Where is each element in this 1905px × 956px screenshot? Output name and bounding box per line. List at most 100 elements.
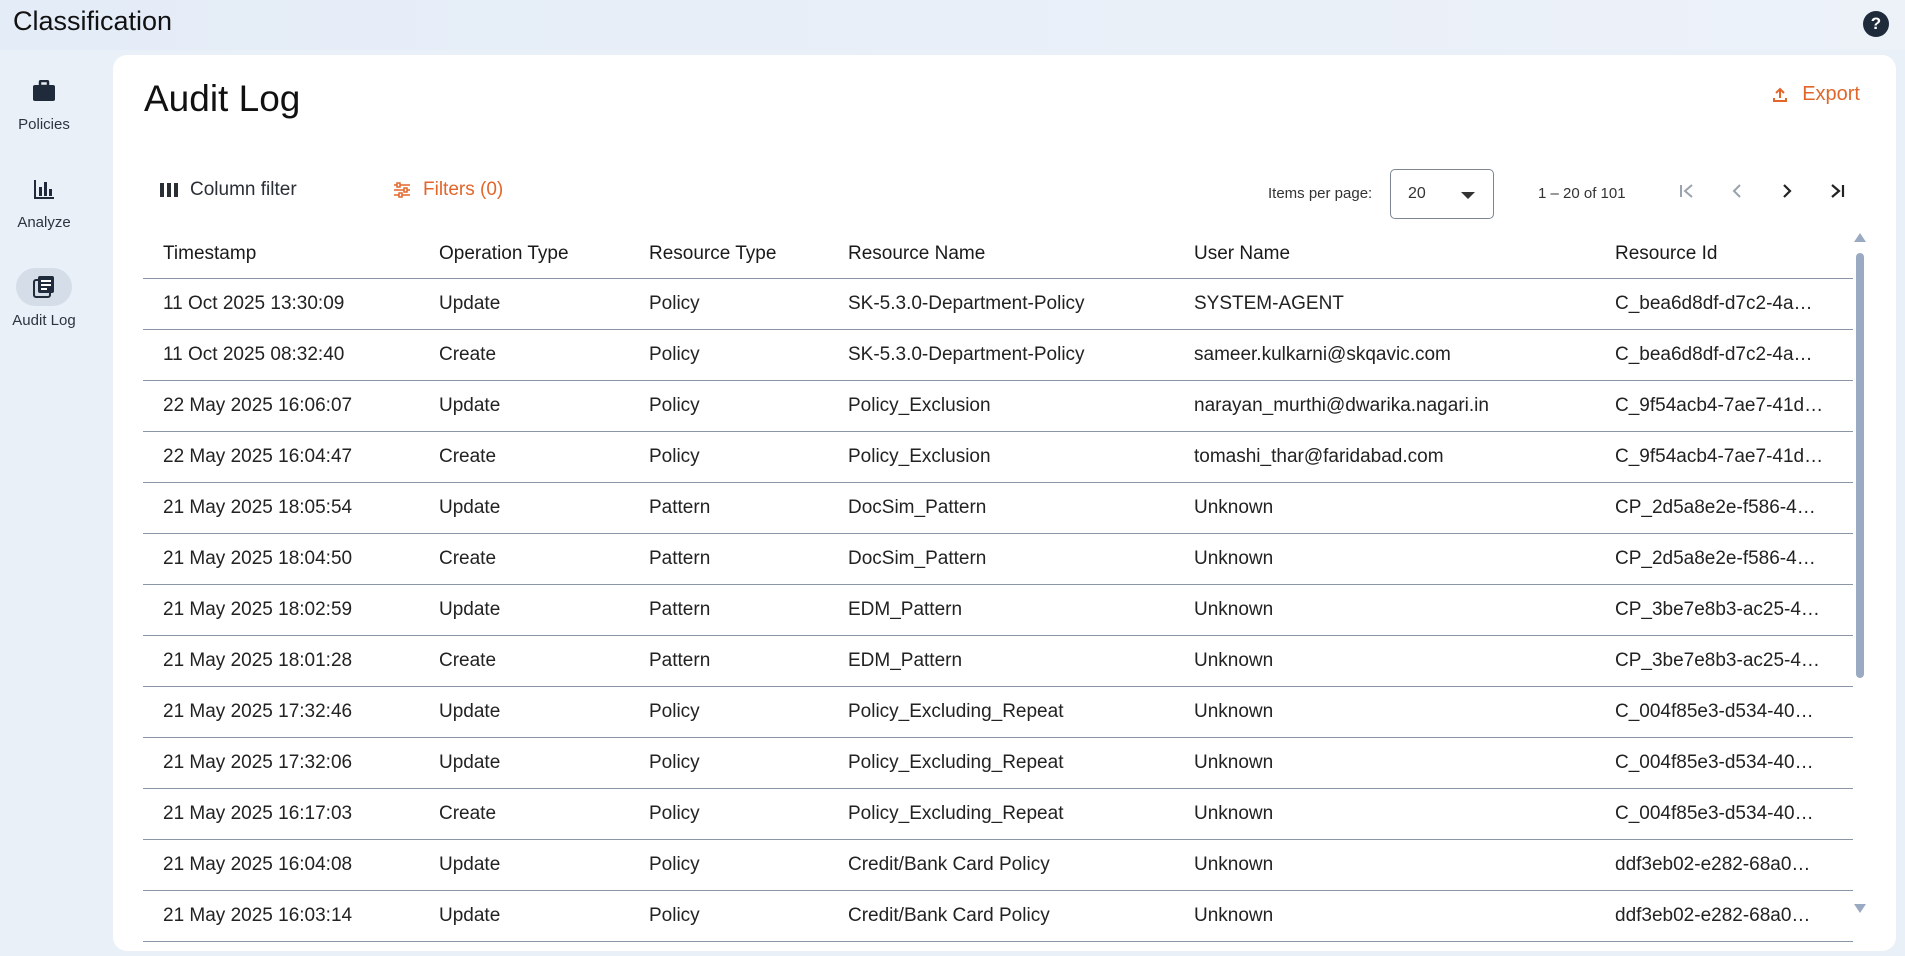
cell-resource-name: SK-5.3.0-Department-Policy [848,330,1188,380]
scroll-up-icon[interactable] [1854,233,1866,242]
cell-resource-name: Credit/Bank Card Policy [848,840,1188,890]
page-title: Audit Log [144,78,301,119]
column-filter-button[interactable]: Column filter [160,179,297,201]
cell-operation-type: Update [439,738,639,788]
cell-resource-type: Pattern [649,534,839,584]
cell-text: 11 Oct 2025 13:30:09 [163,293,345,314]
sidebar-item-audit-log[interactable]: Audit Log [0,268,88,329]
cell-text: Update [439,701,501,722]
cell-text: SK-5.3.0-Department-Policy [848,344,1085,365]
cell-text: C_9f54acb4-7ae7-41d… [1615,446,1824,467]
table-row[interactable]: 11 Oct 2025 08:32:40 Create Policy SK-5.3.0… [143,330,1853,381]
cell-text: Policy [649,293,700,314]
cell-text: Unknown [1194,497,1274,518]
table-row[interactable]: 21 May 2025 17:32:06 Update Policy Policy_E… [143,738,1853,789]
cell-text: 21 May 2025 17:32:06 [163,752,353,773]
cell-text: 21 May 2025 17:32:46 [163,701,353,722]
cell-text: DocSim_Pattern [848,497,987,518]
table-row[interactable]: 21 May 2025 17:32:46 Update Policy Policy_E… [143,687,1853,738]
cell-user-name: Unknown [1194,585,1594,635]
briefcase-icon [16,72,72,110]
cell-text: Unknown [1194,752,1274,773]
chevron-left-icon [1732,184,1741,198]
cell-resource-type: Pattern [649,483,839,533]
table-row[interactable]: 21 May 2025 18:01:28 Create Pattern EDM_Pat… [143,636,1853,687]
column-header-resource-id[interactable]: Resource Id [1615,230,1830,278]
cell-resource-id: ddf3eb02-e282-68a0… [1615,891,1830,941]
cell-text: Credit/Bank Card Policy [848,905,1050,926]
sidebar-item-policies[interactable]: Policies [0,72,88,133]
last-page-icon [1831,184,1845,198]
scroll-thumb[interactable] [1856,253,1864,678]
next-page-button[interactable] [1771,175,1803,207]
chevron-right-icon [1783,184,1792,198]
cell-user-name: Unknown [1194,483,1594,533]
cell-text: Policy [649,344,700,365]
cell-text: 21 May 2025 16:17:03 [163,803,353,824]
cell-resource-type: Policy [649,840,839,890]
table-row[interactable]: 11 Oct 2025 13:30:09 Update Policy SK-5.3.0… [143,279,1853,330]
cell-text: EDM_Pattern [848,650,963,671]
export-label: Export [1802,83,1860,105]
help-icon[interactable]: ? [1863,11,1889,37]
scroll-down-icon[interactable] [1854,904,1866,913]
table-row[interactable]: 22 May 2025 16:06:07 Update Policy Policy_E… [143,381,1853,432]
cell-resource-id: C_bea6d8df-d7c2-4a… [1615,330,1830,380]
cell-timestamp: 22 May 2025 16:06:07 [163,381,423,431]
cell-text: Create [439,446,497,467]
previous-page-button[interactable] [1721,175,1753,207]
cell-text: CP_2d5a8e2e-f586-4… [1615,497,1816,518]
column-header-user-name[interactable]: User Name [1194,230,1594,278]
first-page-icon [1680,184,1693,198]
tune-icon [394,182,410,198]
cell-text: Update [439,752,501,773]
cell-text: 22 May 2025 16:06:07 [163,395,353,416]
cell-user-name: Unknown [1194,891,1594,941]
cell-text: Create [439,650,497,671]
column-header-timestamp[interactable]: Timestamp [163,230,423,278]
cell-resource-id: CP_3be7e8b3-ac25-4… [1615,585,1830,635]
cell-resource-name: Policy_Excluding_Repeat [848,738,1188,788]
cell-text: Policy_Excluding_Repeat [848,803,1064,824]
table-row[interactable]: 21 May 2025 18:04:50 Create Pattern DocSim_… [143,534,1853,585]
cell-text: Unknown [1194,650,1274,671]
table-scrollbar[interactable] [1854,233,1866,913]
cell-resource-id: CP_3be7e8b3-ac25-4… [1615,636,1830,686]
cell-operation-type: Update [439,891,639,941]
table-row[interactable]: 21 May 2025 16:04:08 Update Policy Credit/B… [143,840,1853,891]
cell-timestamp: 21 May 2025 18:04:50 [163,534,423,584]
cell-text: Update [439,905,501,926]
column-header-resource-type[interactable]: Resource Type [649,230,839,278]
items-per-page-select[interactable]: 20 [1390,169,1494,219]
sidebar-item-analyze[interactable]: Analyze [0,170,88,231]
cell-user-name: Unknown [1194,687,1594,737]
last-page-button[interactable] [1821,175,1853,207]
cell-text: Policy [649,395,700,416]
table-row[interactable]: 21 May 2025 16:17:03 Create Policy Policy_E… [143,789,1853,840]
cell-text: ddf3eb02-e282-68a0… [1615,905,1811,926]
cell-text: SYSTEM-AGENT [1194,293,1344,314]
cell-user-name: SYSTEM-AGENT [1194,279,1594,329]
export-button[interactable]: Export [1772,83,1860,106]
cell-timestamp: 21 May 2025 16:04:08 [163,840,423,890]
filters-button[interactable]: Filters (0) [393,179,503,201]
cell-user-name: Unknown [1194,840,1594,890]
cell-operation-type: Create [439,636,639,686]
column-header-operation-type[interactable]: Operation Type [439,230,639,278]
items-per-page-value: 20 [1408,185,1426,202]
cell-resource-name: EDM_Pattern [848,585,1188,635]
column-header-resource-name[interactable]: Resource Name [848,230,1188,278]
table-row[interactable]: 21 May 2025 18:02:59 Update Pattern EDM_Pat… [143,585,1853,636]
first-page-button[interactable] [1671,175,1703,207]
table-row[interactable]: 22 May 2025 16:04:47 Create Policy Policy_E… [143,432,1853,483]
table-row[interactable]: 21 May 2025 16:03:14 Update Policy Credit/B… [143,891,1853,942]
main-panel: Audit Log Export Column filter Filters (… [113,55,1896,951]
cell-resource-type: Pattern [649,585,839,635]
cell-resource-id: C_004f85e3-d534-40… [1615,789,1830,839]
cell-text: narayan_murthi@dwarika.nagari.in [1194,395,1489,416]
table-row[interactable]: 21 May 2025 18:05:54 Update Pattern DocSim_… [143,483,1853,534]
items-per-page-label: Items per page: [1268,185,1373,202]
cell-text: Unknown [1194,905,1274,926]
cell-text: Update [439,293,501,314]
cell-text: SK-5.3.0-Department-Policy [848,293,1085,314]
